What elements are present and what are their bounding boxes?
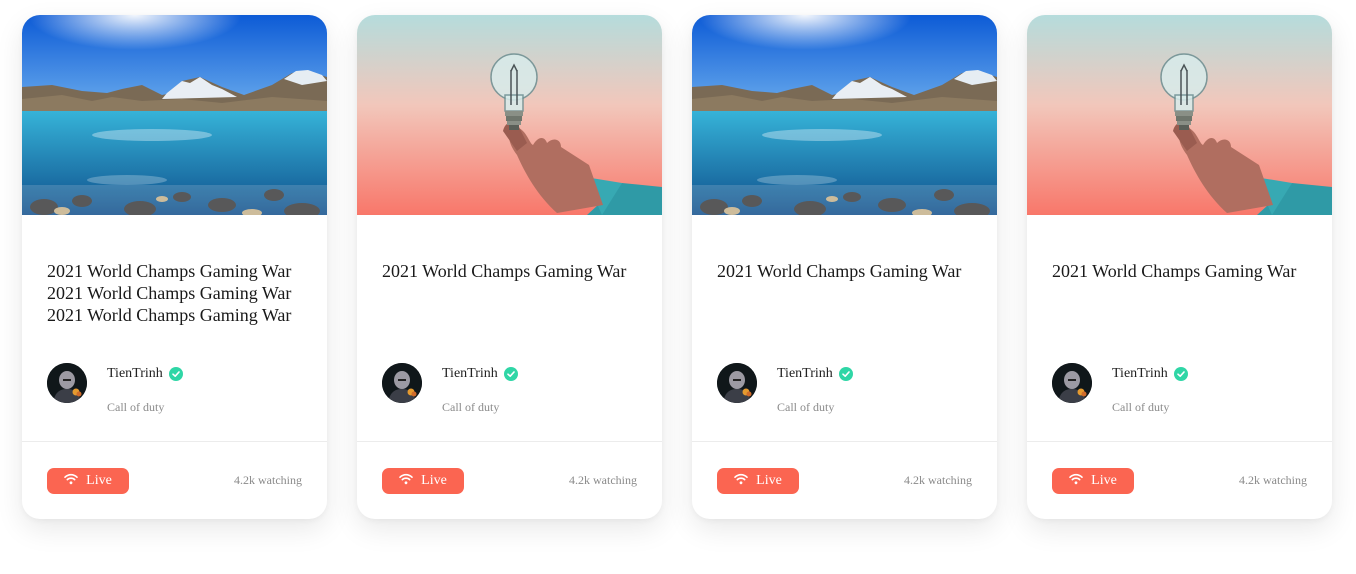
- divider: [692, 441, 997, 442]
- streamer-name-row: TienTrinh: [442, 366, 518, 382]
- avatar[interactable]: [717, 363, 757, 403]
- live-button[interactable]: Live: [382, 468, 464, 494]
- streamer-name[interactable]: TienTrinh: [107, 366, 163, 382]
- wifi-signal-icon: [64, 473, 78, 490]
- card-footer: Live 4.2k watching: [1052, 468, 1307, 494]
- stream-thumbnail[interactable]: [1027, 15, 1332, 215]
- streamer-info: TienTrinh Call of duty: [717, 363, 977, 414]
- avatar[interactable]: [382, 363, 422, 403]
- game-name: Call of duty: [107, 400, 165, 414]
- stream-thumbnail[interactable]: [357, 15, 662, 215]
- viewer-count: 4.2k watching: [1239, 473, 1307, 487]
- streamer-info: TienTrinh Call of duty: [1052, 363, 1312, 414]
- wifi-signal-icon: [399, 473, 413, 490]
- game-name: Call of duty: [1112, 400, 1170, 414]
- stream-title[interactable]: 2021 World Champs Gaming War: [1052, 260, 1314, 282]
- card-footer: Live 4.2k watching: [382, 468, 637, 494]
- wifi-signal-icon: [1069, 473, 1083, 490]
- streamer-name-row: TienTrinh: [1112, 366, 1188, 382]
- viewer-count: 4.2k watching: [904, 473, 972, 487]
- viewer-count: 4.2k watching: [234, 473, 302, 487]
- streamer-info: TienTrinh Call of duty: [382, 363, 642, 414]
- streamer-info: TienTrinh Call of duty: [47, 363, 307, 414]
- streamer-name-row: TienTrinh: [777, 366, 853, 382]
- viewer-count: 4.2k watching: [569, 473, 637, 487]
- live-label: Live: [421, 473, 447, 488]
- stream-thumbnail[interactable]: [22, 15, 327, 215]
- streamer-name-row: TienTrinh: [107, 366, 183, 382]
- divider: [357, 441, 662, 442]
- divider: [1027, 441, 1332, 442]
- live-button[interactable]: Live: [47, 468, 129, 494]
- verified-check-icon: [503, 367, 518, 381]
- verified-check-icon: [168, 367, 183, 381]
- verified-check-icon: [1173, 367, 1188, 381]
- streamer-name[interactable]: TienTrinh: [777, 366, 833, 382]
- stream-title[interactable]: 2021 World Champs Gaming War 2021 World …: [47, 260, 309, 326]
- stream-thumbnail[interactable]: [692, 15, 997, 215]
- card-footer: Live 4.2k watching: [717, 468, 972, 494]
- stream-card[interactable]: 2021 World Champs Gaming War TienTrinh C…: [692, 15, 997, 519]
- live-label: Live: [86, 473, 112, 488]
- divider: [22, 441, 327, 442]
- stream-title[interactable]: 2021 World Champs Gaming War: [717, 260, 979, 282]
- stream-card[interactable]: 2021 World Champs Gaming War 2021 World …: [22, 15, 327, 519]
- wifi-signal-icon: [734, 473, 748, 490]
- card-footer: Live 4.2k watching: [47, 468, 302, 494]
- stream-card-list: 2021 World Champs Gaming War 2021 World …: [22, 15, 1332, 519]
- avatar[interactable]: [1052, 363, 1092, 403]
- stream-title[interactable]: 2021 World Champs Gaming War: [382, 260, 644, 282]
- stream-card[interactable]: 2021 World Champs Gaming War TienTrinh C…: [1027, 15, 1332, 519]
- game-name: Call of duty: [442, 400, 500, 414]
- live-button[interactable]: Live: [1052, 468, 1134, 494]
- streamer-name[interactable]: TienTrinh: [442, 366, 498, 382]
- stream-card[interactable]: 2021 World Champs Gaming War TienTrinh C…: [357, 15, 662, 519]
- avatar[interactable]: [47, 363, 87, 403]
- live-label: Live: [1091, 473, 1117, 488]
- game-name: Call of duty: [777, 400, 835, 414]
- verified-check-icon: [838, 367, 853, 381]
- live-button[interactable]: Live: [717, 468, 799, 494]
- live-label: Live: [756, 473, 782, 488]
- streamer-name[interactable]: TienTrinh: [1112, 366, 1168, 382]
